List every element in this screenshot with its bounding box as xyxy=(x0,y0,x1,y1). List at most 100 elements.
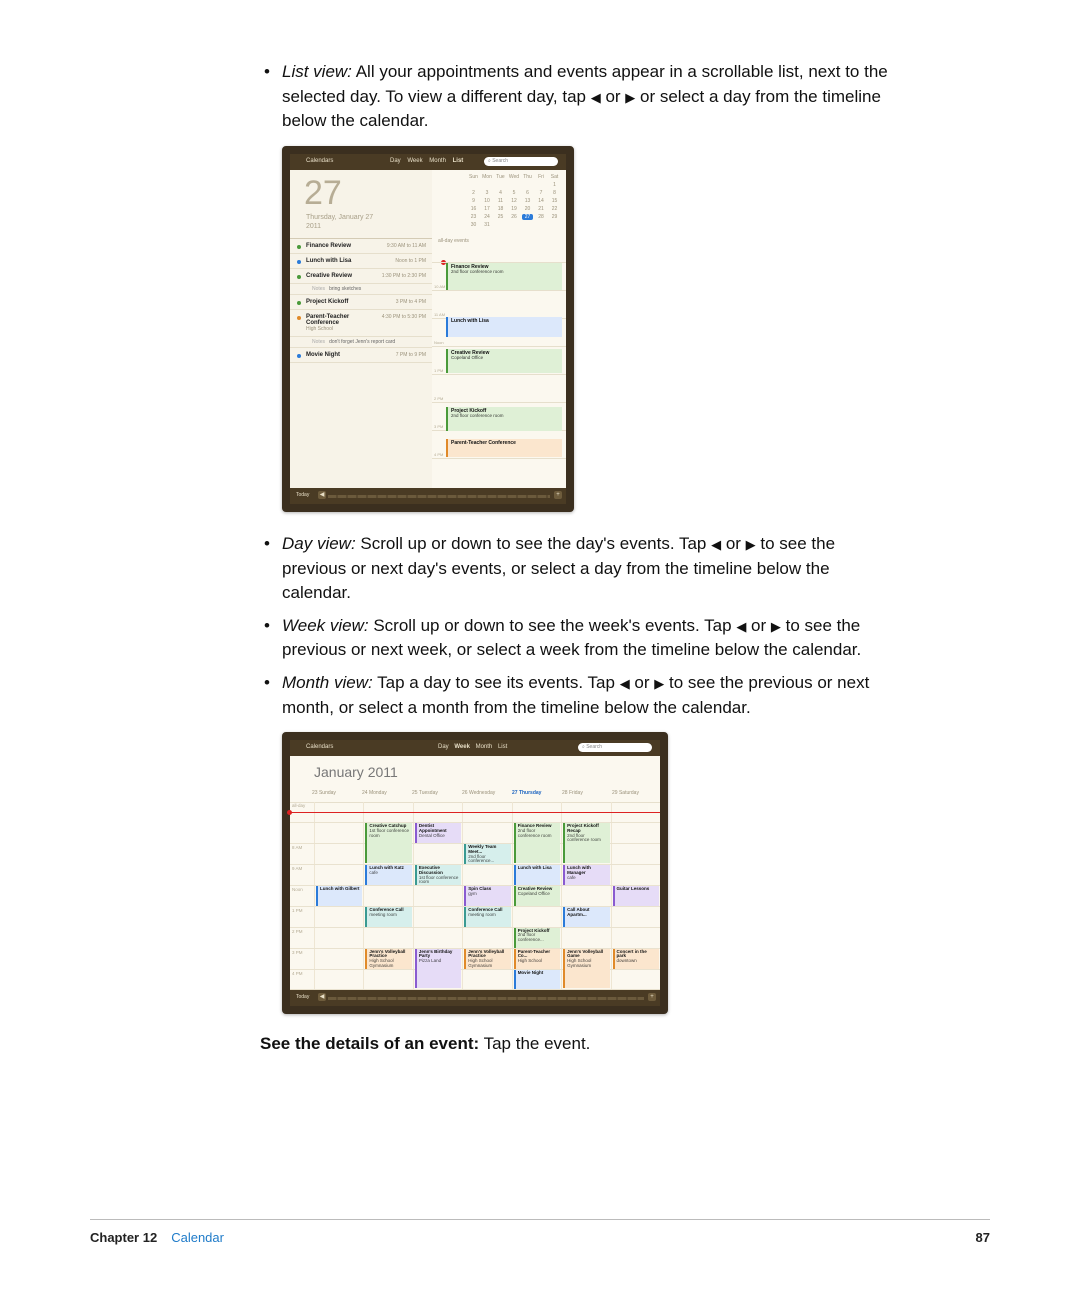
week-cell[interactable] xyxy=(561,928,610,948)
day-event-block[interactable]: Project Kickoff2nd floor conference room xyxy=(446,407,562,431)
week-cell[interactable] xyxy=(611,907,660,927)
week-cell[interactable] xyxy=(462,970,511,990)
day-event-block[interactable]: Parent-Teacher Conference xyxy=(446,439,562,457)
tab-week[interactable]: Week xyxy=(454,744,470,750)
week-cell[interactable] xyxy=(413,907,462,927)
week-cell[interactable] xyxy=(314,907,363,927)
week-event-block[interactable]: Weekly Team Meet...2nd floor conference.… xyxy=(464,844,510,864)
week-cell[interactable] xyxy=(363,970,412,990)
week-event-block[interactable]: Conference Callmeeting room xyxy=(464,907,510,927)
week-cell[interactable] xyxy=(363,928,412,948)
week-cell[interactable] xyxy=(314,844,363,864)
week-day-header[interactable]: 24 Monday xyxy=(360,790,410,802)
week-cell[interactable] xyxy=(611,844,660,864)
week-cell[interactable] xyxy=(512,907,561,927)
week-cell[interactable] xyxy=(314,970,363,990)
day-event-block[interactable]: Lunch with Lisa xyxy=(446,317,562,337)
week-cell[interactable]: Creative ReviewCopeland Office xyxy=(512,886,561,906)
tab-list[interactable]: List xyxy=(498,744,507,750)
week-cell[interactable]: Weekly Team Meet...2nd floor conference.… xyxy=(462,844,511,864)
week-event-block[interactable]: Spin Classgym xyxy=(464,886,510,906)
timeline[interactable] xyxy=(328,495,550,498)
search-input[interactable]: ⌕ Search xyxy=(578,743,652,752)
week-cell[interactable] xyxy=(462,823,511,843)
week-event-block[interactable]: Lunch with Katzcafe xyxy=(365,865,411,885)
week-event-block[interactable]: Concert in the parkdowntown xyxy=(613,949,659,969)
week-day-header[interactable]: 27 Thursday xyxy=(510,790,560,802)
list-item[interactable]: 3 PM to 4 PMProject Kickoff xyxy=(290,295,432,310)
week-cell[interactable] xyxy=(314,949,363,969)
list-item[interactable]: 4:30 PM to 5:30 PMParent-Teacher Confere… xyxy=(290,310,432,337)
week-cell[interactable] xyxy=(462,865,511,885)
week-cell[interactable]: Finance Review2nd floor conference room xyxy=(512,823,561,843)
week-cell[interactable]: Project Kickoff Recap2nd floor conferenc… xyxy=(561,823,610,843)
week-event-block[interactable]: Jenn's Volleyball PracticeHigh School Gy… xyxy=(464,949,510,969)
week-cell[interactable]: Concert in the parkdowntown xyxy=(611,949,660,969)
week-cell[interactable] xyxy=(561,886,610,906)
list-item[interactable]: 7 PM to 9 PMMovie Night xyxy=(290,348,432,363)
week-event-block[interactable]: Conference Callmeeting room xyxy=(365,907,411,927)
week-cell[interactable]: Project Kickoff2nd floor conference... xyxy=(512,928,561,948)
week-cell[interactable] xyxy=(413,886,462,906)
week-event-block[interactable]: Parent-Teacher Co...High School xyxy=(514,949,560,969)
week-event-block[interactable]: Call About Apartm... xyxy=(563,907,609,927)
week-cell[interactable] xyxy=(363,886,412,906)
week-cell[interactable]: Guitar Lessons xyxy=(611,886,660,906)
week-cell[interactable] xyxy=(314,928,363,948)
calendars-button[interactable]: Calendars xyxy=(306,158,333,164)
week-cell[interactable] xyxy=(611,928,660,948)
week-cell[interactable] xyxy=(611,865,660,885)
week-cell[interactable]: Jenn's Volleyball GameHigh School Gymnas… xyxy=(561,949,610,969)
list-item[interactable]: Noon to 1 PMLunch with Lisa xyxy=(290,254,432,269)
week-event-block[interactable]: Jenn's Volleyball PracticeHigh School Gy… xyxy=(365,949,411,969)
week-cell[interactable]: Movie Night xyxy=(512,970,561,990)
week-cell[interactable] xyxy=(413,844,462,864)
week-cell[interactable]: Lunch with Katzcafe xyxy=(363,865,412,885)
week-cell[interactable] xyxy=(413,928,462,948)
week-cell[interactable]: Jenn's Volleyball PracticeHigh School Gy… xyxy=(462,949,511,969)
week-cell[interactable]: Jenn's Birthday PartyPizza Land xyxy=(413,949,462,969)
today-button[interactable]: Today xyxy=(296,994,309,1000)
day-event-block[interactable]: Finance Review2nd floor conference room xyxy=(446,263,562,290)
week-cell[interactable] xyxy=(314,823,363,843)
week-event-block[interactable]: Lunch with Lisa xyxy=(514,865,560,885)
week-cell[interactable]: Call About Apartm... xyxy=(561,907,610,927)
week-cell[interactable]: Dentist AppointmentDental Office xyxy=(413,823,462,843)
week-cell[interactable] xyxy=(462,928,511,948)
week-cell[interactable]: Conference Callmeeting room xyxy=(462,907,511,927)
today-button[interactable]: Today xyxy=(296,492,309,498)
week-event-block[interactable]: Executive Discussion1st floor conference… xyxy=(415,865,461,885)
week-cell[interactable]: Creative Catchup1st floor conference roo… xyxy=(363,823,412,843)
tab-day[interactable]: Day xyxy=(390,158,401,164)
week-cell[interactable] xyxy=(611,823,660,843)
calendars-button[interactable]: Calendars xyxy=(306,744,333,750)
week-event-block[interactable]: Creative ReviewCopeland Office xyxy=(514,886,560,906)
week-cell[interactable] xyxy=(611,970,660,990)
week-cell[interactable]: Lunch with Managercafe xyxy=(561,865,610,885)
week-cell[interactable]: Spin Classgym xyxy=(462,886,511,906)
tab-month[interactable]: Month xyxy=(476,744,493,750)
week-cell[interactable]: Conference Callmeeting room xyxy=(363,907,412,927)
week-cell[interactable]: Parent-Teacher Co...High School xyxy=(512,949,561,969)
timeline-prev-icon[interactable]: ◀ xyxy=(318,491,326,499)
tab-list[interactable]: List xyxy=(453,158,464,164)
day-event-block[interactable]: Creative ReviewCopeland Office xyxy=(446,349,562,373)
week-cell[interactable] xyxy=(314,865,363,885)
tab-month[interactable]: Month xyxy=(429,158,446,164)
week-cell[interactable] xyxy=(512,844,561,864)
list-item[interactable]: 1:30 PM to 2:30 PMCreative Review xyxy=(290,269,432,284)
add-event-button[interactable]: + xyxy=(554,491,562,499)
week-cell[interactable]: Lunch with Lisa xyxy=(512,865,561,885)
week-event-block[interactable]: Dentist AppointmentDental Office xyxy=(415,823,461,843)
timeline-prev-icon[interactable]: ◀ xyxy=(318,993,326,1001)
week-day-header[interactable]: 25 Tuesday xyxy=(410,790,460,802)
week-day-header[interactable]: 23 Sunday xyxy=(310,790,360,802)
timeline[interactable] xyxy=(328,997,644,1000)
week-event-block[interactable]: Lunch with Gilbert xyxy=(316,886,362,906)
week-cell[interactable] xyxy=(413,970,462,990)
week-cell[interactable]: Executive Discussion1st floor conference… xyxy=(413,865,462,885)
week-day-header[interactable]: 28 Friday xyxy=(560,790,610,802)
week-day-header[interactable]: 29 Saturday xyxy=(610,790,660,802)
week-cell[interactable] xyxy=(561,844,610,864)
week-event-block[interactable]: Movie Night xyxy=(514,970,560,990)
